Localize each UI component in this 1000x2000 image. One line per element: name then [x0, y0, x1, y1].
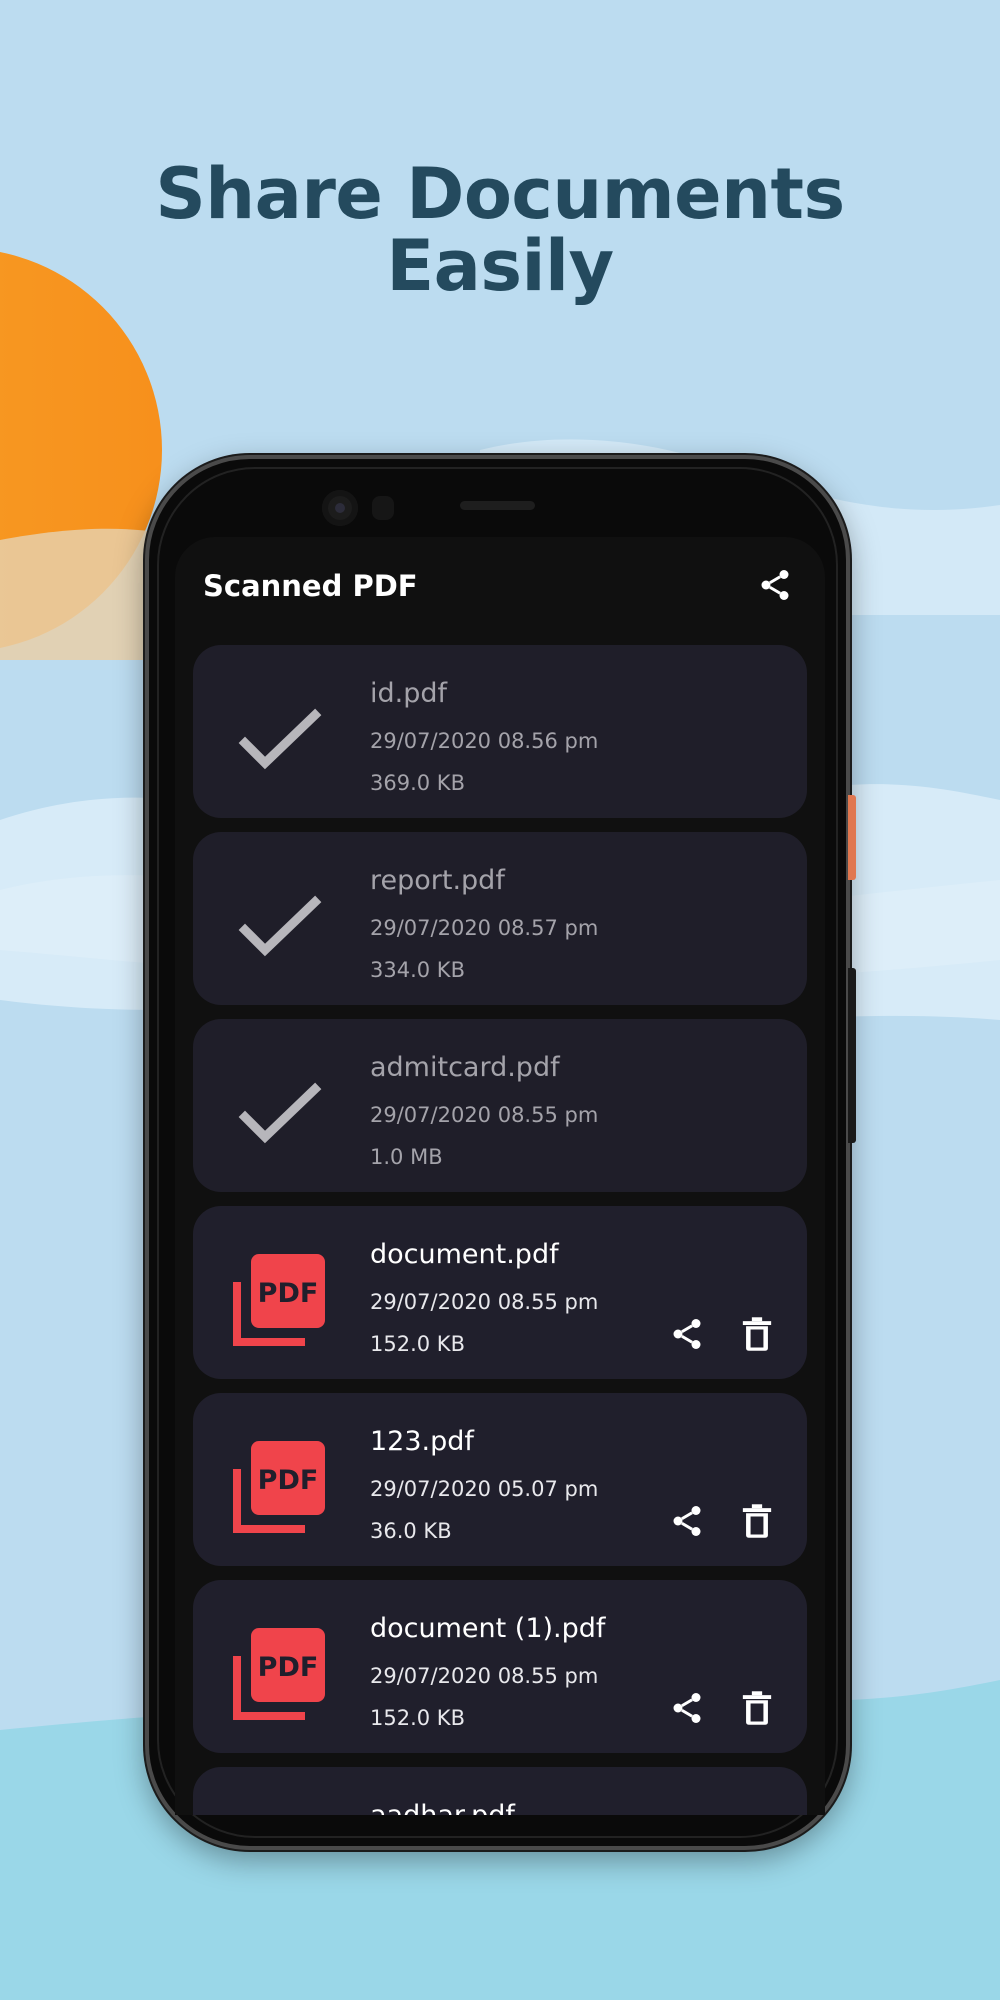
share-icon[interactable] [757, 567, 793, 603]
app-bar: Scanned PDF [175, 537, 825, 637]
file-card[interactable]: id.pdf 29/07/2020 08.56 pm 369.0 KB [193, 645, 807, 818]
share-icon[interactable] [669, 1316, 705, 1352]
app-title: Scanned PDF [203, 569, 418, 603]
file-date: 29/07/2020 08.57 pm [370, 916, 599, 940]
file-name: 123.pdf [370, 1426, 474, 1457]
headline-line-1: Share Documents [155, 153, 845, 235]
file-date: 29/07/2020 08.56 pm [370, 729, 599, 753]
check-icon [238, 708, 322, 770]
share-icon[interactable] [669, 1690, 705, 1726]
file-card[interactable]: PDF document (1).pdf 29/07/2020 08.55 pm… [193, 1580, 807, 1753]
file-size: 36.0 KB [370, 1519, 452, 1543]
front-camera [322, 490, 358, 526]
svg-text:PDF: PDF [258, 1465, 319, 1496]
file-name: document.pdf [370, 1239, 559, 1270]
pdf-file-icon: PDF [233, 1628, 325, 1720]
file-date: 29/07/2020 08.55 pm [370, 1290, 599, 1314]
file-size: 1.0 MB [370, 1145, 443, 1169]
power-button [848, 795, 856, 880]
file-card[interactable]: PDF document.pdf 29/07/2020 08.55 pm 152… [193, 1206, 807, 1379]
file-name: admitcard.pdf [370, 1052, 560, 1083]
headline-line-2: Easily [386, 225, 614, 307]
pdf-file-icon [231, 1813, 327, 1815]
check-icon [238, 895, 322, 957]
svg-text:PDF: PDF [258, 1652, 319, 1683]
file-size: 152.0 KB [370, 1332, 465, 1356]
headline: Share Documents Easily [0, 158, 1000, 302]
check-icon [238, 1082, 322, 1144]
pdf-file-icon: PDF [233, 1441, 325, 1533]
delete-icon[interactable] [741, 1503, 773, 1539]
volume-button [848, 968, 856, 1143]
file-date: 29/07/2020 08.55 pm [370, 1664, 599, 1688]
file-name: report.pdf [370, 865, 505, 896]
pdf-file-icon: PDF [233, 1254, 325, 1346]
delete-icon[interactable] [741, 1316, 773, 1352]
file-size: 369.0 KB [370, 771, 465, 795]
phone-screen: Scanned PDF id.pdf 29/07/2020 08.56 pm 3… [175, 537, 825, 1815]
earpiece-speaker [460, 501, 535, 510]
file-name: document (1).pdf [370, 1613, 606, 1644]
file-size: 152.0 KB [370, 1706, 465, 1730]
file-size: 334.0 KB [370, 958, 465, 982]
delete-icon[interactable] [741, 1690, 773, 1726]
share-icon[interactable] [669, 1503, 705, 1539]
file-card[interactable]: PDF 123.pdf 29/07/2020 05.07 pm 36.0 KB [193, 1393, 807, 1566]
file-card[interactable]: aadhar.pdf [193, 1767, 807, 1815]
svg-text:PDF: PDF [258, 1278, 319, 1309]
file-date: 29/07/2020 08.55 pm [370, 1103, 599, 1127]
file-card[interactable]: admitcard.pdf 29/07/2020 08.55 pm 1.0 MB [193, 1019, 807, 1192]
file-name: id.pdf [370, 678, 448, 709]
file-date: 29/07/2020 05.07 pm [370, 1477, 599, 1501]
proximity-sensor [372, 496, 394, 520]
file-card[interactable]: report.pdf 29/07/2020 08.57 pm 334.0 KB [193, 832, 807, 1005]
file-name: aadhar.pdf [370, 1800, 515, 1815]
